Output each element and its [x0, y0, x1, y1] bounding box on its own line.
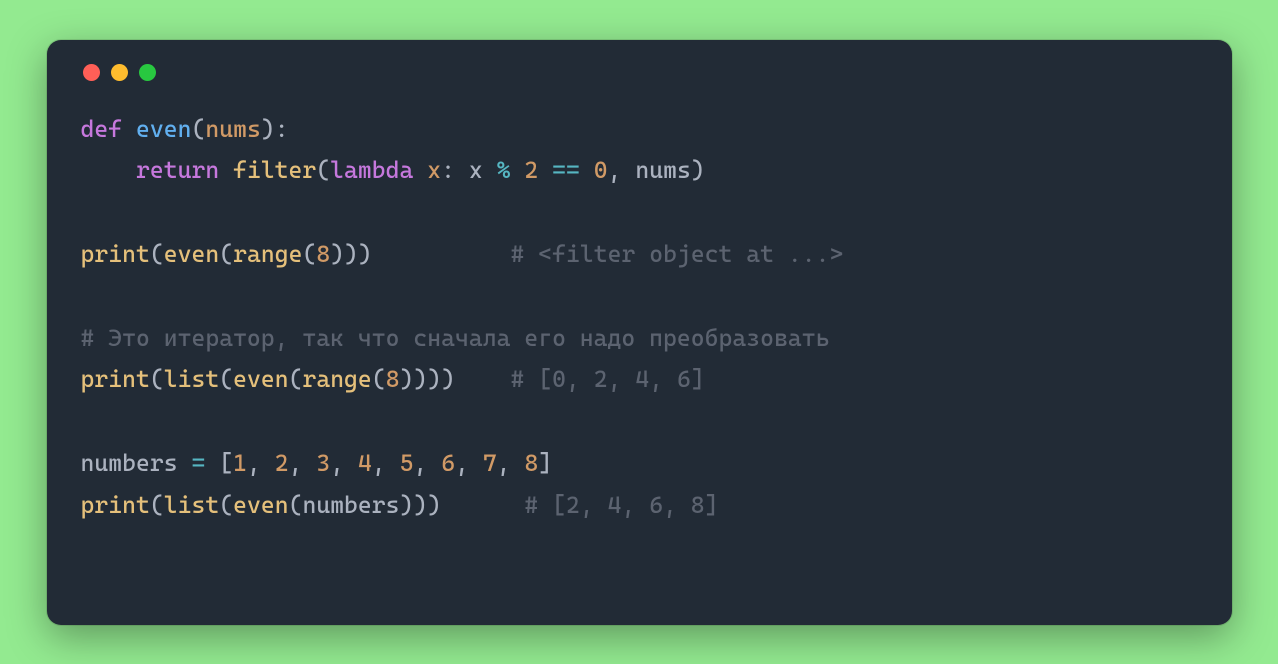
comment: # Это итератор, так что сначала его надо…	[81, 324, 830, 352]
code-block: def even(nums): return filter(lambda x: …	[81, 109, 1198, 527]
punct: )	[691, 156, 705, 184]
punct: [	[219, 449, 233, 477]
maximize-icon[interactable]	[139, 64, 156, 81]
punct: )))	[400, 491, 442, 519]
indent	[81, 156, 136, 184]
keyword-def: def	[81, 115, 136, 143]
comment: # [0, 2, 4, 6]	[511, 365, 705, 393]
punct: (	[302, 240, 316, 268]
punct: ,	[247, 449, 275, 477]
number: 1	[233, 449, 247, 477]
number: 8	[524, 449, 538, 477]
call-range: range	[302, 365, 371, 393]
punct: ,	[413, 449, 441, 477]
padding	[372, 240, 511, 268]
number: 3	[316, 449, 330, 477]
punct: ]	[538, 449, 552, 477]
punct: ))))	[400, 365, 455, 393]
number: 8	[386, 365, 400, 393]
minimize-icon[interactable]	[111, 64, 128, 81]
var-numbers: numbers	[81, 449, 192, 477]
keyword-lambda: lambda	[330, 156, 427, 184]
punct: ,	[608, 156, 636, 184]
code-window: def even(nums): return filter(lambda x: …	[47, 40, 1232, 625]
call-list: list	[164, 365, 219, 393]
punct: )))	[330, 240, 372, 268]
punct: (	[372, 365, 386, 393]
punct: (	[150, 240, 164, 268]
var-x: x	[469, 156, 497, 184]
number: 7	[483, 449, 497, 477]
punct: (	[316, 156, 330, 184]
comment: # [2, 4, 6, 8]	[524, 491, 718, 519]
param: nums	[205, 115, 260, 143]
close-icon[interactable]	[83, 64, 100, 81]
number: 0	[594, 156, 608, 184]
call-even: even	[233, 365, 288, 393]
operator-mod: %	[497, 156, 525, 184]
call-range: range	[233, 240, 302, 268]
punct: ,	[455, 449, 483, 477]
punct: (	[150, 365, 164, 393]
punct: (	[219, 240, 233, 268]
punct: ,	[497, 449, 525, 477]
punct: (	[219, 491, 233, 519]
keyword-return: return	[136, 156, 233, 184]
number: 4	[358, 449, 372, 477]
operator-eq: ==	[552, 156, 594, 184]
punct: (	[150, 491, 164, 519]
param-x: x	[427, 156, 441, 184]
punct: ):	[261, 115, 289, 143]
padding	[455, 365, 510, 393]
arg-numbers: numbers	[302, 491, 399, 519]
call-list: list	[164, 491, 219, 519]
operator-assign: =	[191, 449, 219, 477]
punct: (	[289, 491, 303, 519]
number: 2	[275, 449, 289, 477]
call-print: print	[81, 240, 150, 268]
padding	[441, 491, 524, 519]
number: 8	[316, 240, 330, 268]
func-name: even	[136, 115, 191, 143]
punct: ,	[289, 449, 317, 477]
arg-nums: nums	[635, 156, 690, 184]
call-print: print	[81, 365, 150, 393]
call-even: even	[164, 240, 219, 268]
number: 5	[400, 449, 414, 477]
number: 6	[441, 449, 455, 477]
comment: # <filter object at ...>	[511, 240, 844, 268]
traffic-lights	[81, 64, 1198, 81]
punct: ,	[330, 449, 358, 477]
punct: (	[219, 365, 233, 393]
call-even: even	[233, 491, 288, 519]
punct: ,	[372, 449, 400, 477]
punct: (	[191, 115, 205, 143]
call-print: print	[81, 491, 150, 519]
number: 2	[524, 156, 552, 184]
punct: :	[441, 156, 469, 184]
punct: (	[289, 365, 303, 393]
call-filter: filter	[233, 156, 316, 184]
